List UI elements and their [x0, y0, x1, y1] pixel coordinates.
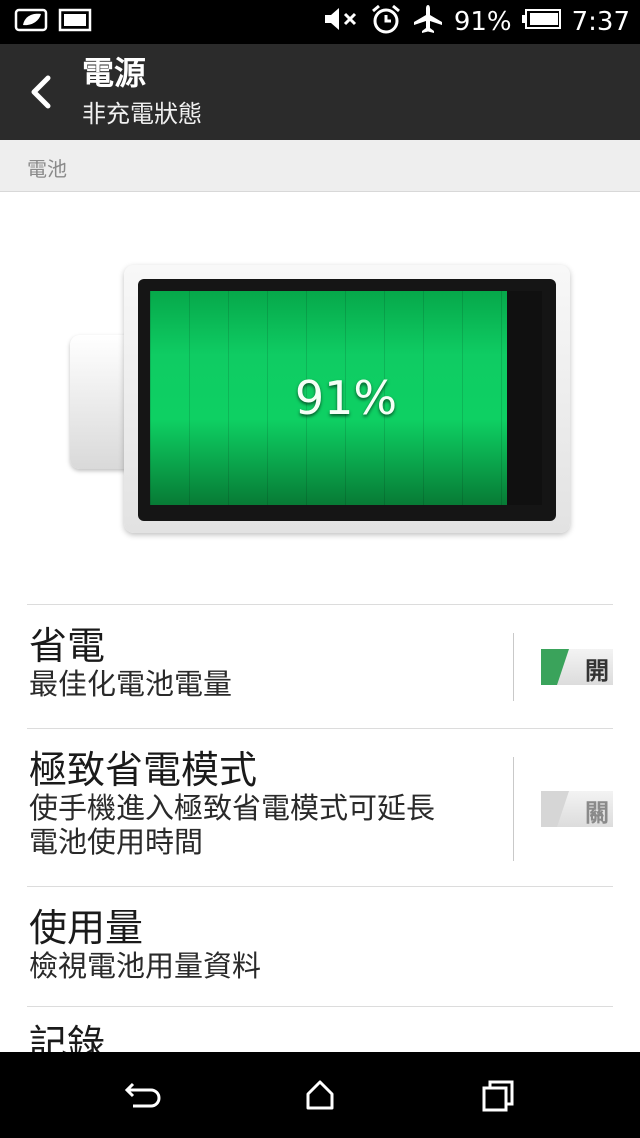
list-item-title: 省電 [29, 624, 106, 668]
battery-cap [70, 335, 132, 469]
airplane-icon [412, 3, 444, 42]
home-icon [306, 1080, 334, 1110]
list-item-title: 使用量 [29, 906, 144, 950]
status-bar: 91% 7:37 [0, 0, 640, 44]
section-header-label: 電池 [27, 157, 67, 181]
list-item-usage[interactable]: 使用量 檢視電池用量資料 [27, 886, 613, 1006]
list-item-power-saver[interactable]: 省電 最佳化電池電量 開 [27, 604, 613, 728]
mute-icon [322, 5, 360, 40]
section-header: 電池 [0, 140, 640, 192]
battery-graphic: 91% [70, 265, 570, 535]
chevron-left-icon [31, 75, 51, 109]
toggle-label: 開 [585, 657, 609, 685]
alarm-icon [370, 3, 402, 42]
power-saver-toggle[interactable]: 開 [541, 649, 613, 685]
status-time: 7:37 [571, 7, 630, 37]
list-item-history[interactable]: 記錄 [27, 1006, 613, 1052]
nav-home-button[interactable] [298, 1074, 342, 1118]
action-bar: 電源 非充電狀態 [0, 44, 640, 140]
nav-back-button[interactable] [121, 1074, 165, 1118]
list-item-extreme-power-saver[interactable]: 極致省電模式 使手機進入極致省電模式可延長 電池使用時間 關 [27, 728, 613, 886]
list-item-desc: 檢視電池用量資料 [29, 949, 262, 983]
battery-level-text: 91% [294, 371, 398, 425]
battery-percent-text: 91% [453, 7, 512, 37]
list-item-title: 極致省電模式 [29, 748, 258, 792]
recent-apps-icon [482, 1080, 514, 1112]
divider [513, 633, 514, 701]
divider [513, 757, 514, 861]
toggle-label: 關 [585, 799, 609, 827]
back-button[interactable] [18, 70, 62, 114]
page-subtitle: 非充電狀態 [82, 100, 202, 128]
toggle-off-indicator [541, 791, 569, 827]
extreme-power-saver-toggle[interactable]: 關 [541, 791, 613, 827]
list-item-desc-line2: 電池使用時間 [29, 825, 204, 859]
gallery-icon [58, 7, 92, 37]
toggle-on-indicator [541, 649, 569, 685]
navigation-bar [0, 1052, 640, 1138]
battery-icon [521, 7, 562, 37]
page-title: 電源 [82, 54, 147, 92]
list-item-desc: 最佳化電池電量 [29, 667, 233, 701]
back-icon [124, 1082, 161, 1108]
leaf-icon [14, 7, 48, 37]
list-item-title: 記錄 [29, 1022, 106, 1052]
list-item-desc-line1: 使手機進入極致省電模式可延長 [29, 791, 436, 825]
nav-recent-apps-button[interactable] [475, 1074, 519, 1118]
